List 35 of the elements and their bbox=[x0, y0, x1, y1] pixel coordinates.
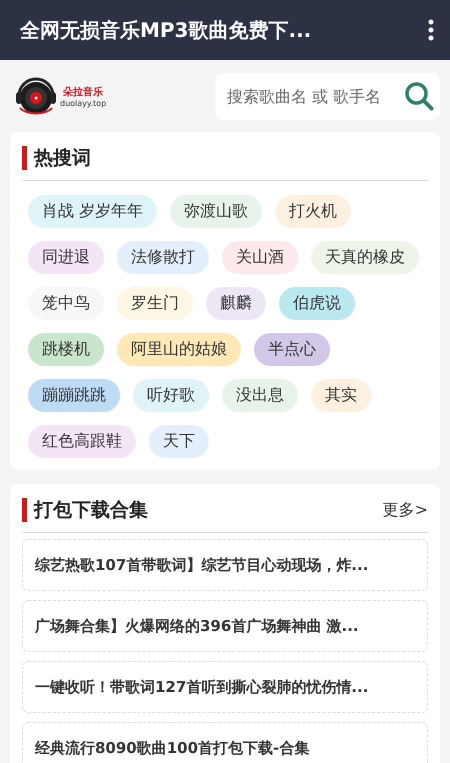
app-title: 全网无损音乐MP3歌曲免费下... bbox=[20, 16, 312, 44]
search-field[interactable]: 搜索歌曲名 或 歌手名 bbox=[215, 72, 440, 120]
search-tag[interactable]: 伯虎说 bbox=[279, 287, 355, 320]
search-tag[interactable]: 跳楼机 bbox=[28, 333, 104, 366]
search-tag[interactable]: 笼中鸟 bbox=[28, 287, 104, 320]
search-tag[interactable]: 没出息 bbox=[222, 379, 298, 412]
collection-item[interactable]: 一键收听！带歌词127首听到撕心裂肺的忧伤情... bbox=[22, 661, 428, 713]
section-title: 打包下载合集 bbox=[34, 498, 148, 523]
search-tag[interactable]: 半点心 bbox=[254, 333, 330, 366]
section-title: 热搜词 bbox=[34, 146, 91, 171]
search-icon[interactable] bbox=[404, 80, 434, 110]
more-menu-icon[interactable] bbox=[428, 19, 434, 41]
search-tag[interactable]: 蹦蹦跳跳 bbox=[28, 379, 120, 412]
logo-name: 朵拉音乐 bbox=[63, 85, 104, 98]
search-tag[interactable]: 天下 bbox=[149, 425, 209, 458]
section-marker bbox=[22, 498, 27, 522]
search-tag[interactable]: 其实 bbox=[311, 379, 371, 412]
search-tag[interactable]: 听好歌 bbox=[133, 379, 209, 412]
search-tag[interactable]: 天真的橡皮 bbox=[311, 241, 419, 274]
search-tag[interactable]: 关山酒 bbox=[222, 241, 298, 274]
collection-item[interactable]: 广场舞合集】火爆网络的396首广场舞神曲 激... bbox=[22, 600, 428, 652]
search-tag[interactable]: 阿里山的姑娘 bbox=[117, 333, 241, 366]
logo-domain: duolayy.top bbox=[60, 98, 106, 108]
search-tag[interactable]: 同进退 bbox=[28, 241, 104, 274]
search-tag[interactable]: 法修散打 bbox=[117, 241, 209, 274]
search-tag[interactable]: 红色高跟鞋 bbox=[28, 425, 136, 458]
collection-item[interactable]: 综艺热歌107首带歌词】综艺节目心动现场，炸... bbox=[22, 539, 428, 591]
collection-item[interactable]: 经典流行8090歌曲100首打包下载-合集 bbox=[22, 722, 428, 763]
search-tag[interactable]: 罗生门 bbox=[117, 287, 193, 320]
search-tag[interactable]: 麒麟 bbox=[206, 287, 266, 320]
search-tag[interactable]: 打火机 bbox=[275, 195, 352, 228]
more-link[interactable]: 更多> bbox=[382, 500, 428, 520]
section-marker bbox=[22, 146, 27, 170]
search-tag[interactable]: 肖战 岁岁年年 bbox=[28, 195, 158, 228]
search-tag[interactable]: 弥渡山歌 bbox=[170, 195, 262, 228]
